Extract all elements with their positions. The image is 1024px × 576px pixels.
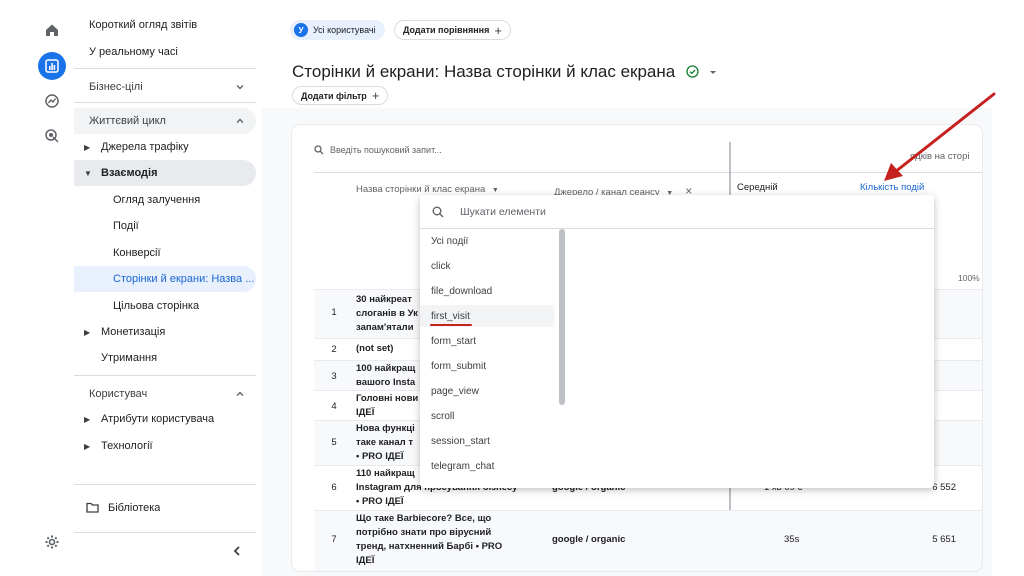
red-arrow-annotation	[884, 92, 996, 181]
